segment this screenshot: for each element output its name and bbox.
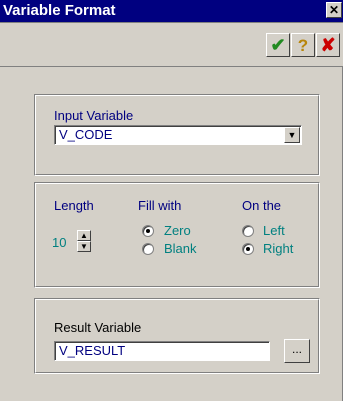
help-button[interactable]: ? xyxy=(291,33,315,57)
ok-button[interactable]: ✔ xyxy=(266,33,290,57)
checkmark-icon: ✔ xyxy=(270,35,286,55)
spin-up-icon[interactable]: ▲ xyxy=(77,230,91,241)
fill-zero-radio[interactable] xyxy=(142,225,154,237)
fill-blank-radio[interactable] xyxy=(142,243,154,255)
on-the-label: On the xyxy=(242,198,282,213)
input-variable-panel: Input Variable V_CODE ▼ xyxy=(34,94,320,176)
side-right-label: Right xyxy=(263,241,294,256)
title-bar: Variable Format ✕ xyxy=(0,0,343,22)
fill-zero-label: Zero xyxy=(164,223,191,238)
spin-down-icon[interactable]: ▼ xyxy=(77,241,91,252)
fill-blank-label: Blank xyxy=(164,241,197,256)
result-variable-label: Result Variable xyxy=(54,320,142,335)
toolbar: ✔ ? ✘ xyxy=(0,22,343,67)
length-spinner[interactable]: ▲ ▼ xyxy=(77,230,91,252)
side-left-radio[interactable] xyxy=(242,225,254,237)
variable-format-dialog: Variable Format ✕ ✔ ? ✘ Input Variable V… xyxy=(0,0,343,401)
browse-button[interactable]: ... xyxy=(284,339,310,363)
result-variable-input[interactable]: V_RESULT xyxy=(54,341,270,361)
result-variable-panel: Result Variable V_RESULT ... xyxy=(34,298,320,374)
fill-with-label: Fill with xyxy=(138,198,182,213)
input-variable-select[interactable]: V_CODE ▼ xyxy=(54,125,302,145)
format-panel: Length 10 ▲ ▼ Fill with Zero Blank On th… xyxy=(34,182,320,288)
window-title: Variable Format xyxy=(3,2,116,19)
length-value: 10 xyxy=(52,235,67,250)
length-label: Length xyxy=(54,198,94,213)
x-icon: ✘ xyxy=(320,35,336,55)
input-variable-label: Input Variable xyxy=(54,108,134,123)
side-right-radio[interactable] xyxy=(242,243,254,255)
side-left-label: Left xyxy=(263,223,285,238)
cancel-button[interactable]: ✘ xyxy=(316,33,340,57)
input-variable-value: V_CODE xyxy=(59,127,113,142)
close-button[interactable]: ✕ xyxy=(326,2,342,18)
dropdown-arrow-icon[interactable]: ▼ xyxy=(284,127,300,143)
result-variable-value: V_RESULT xyxy=(59,343,126,358)
question-icon: ? xyxy=(297,35,309,55)
